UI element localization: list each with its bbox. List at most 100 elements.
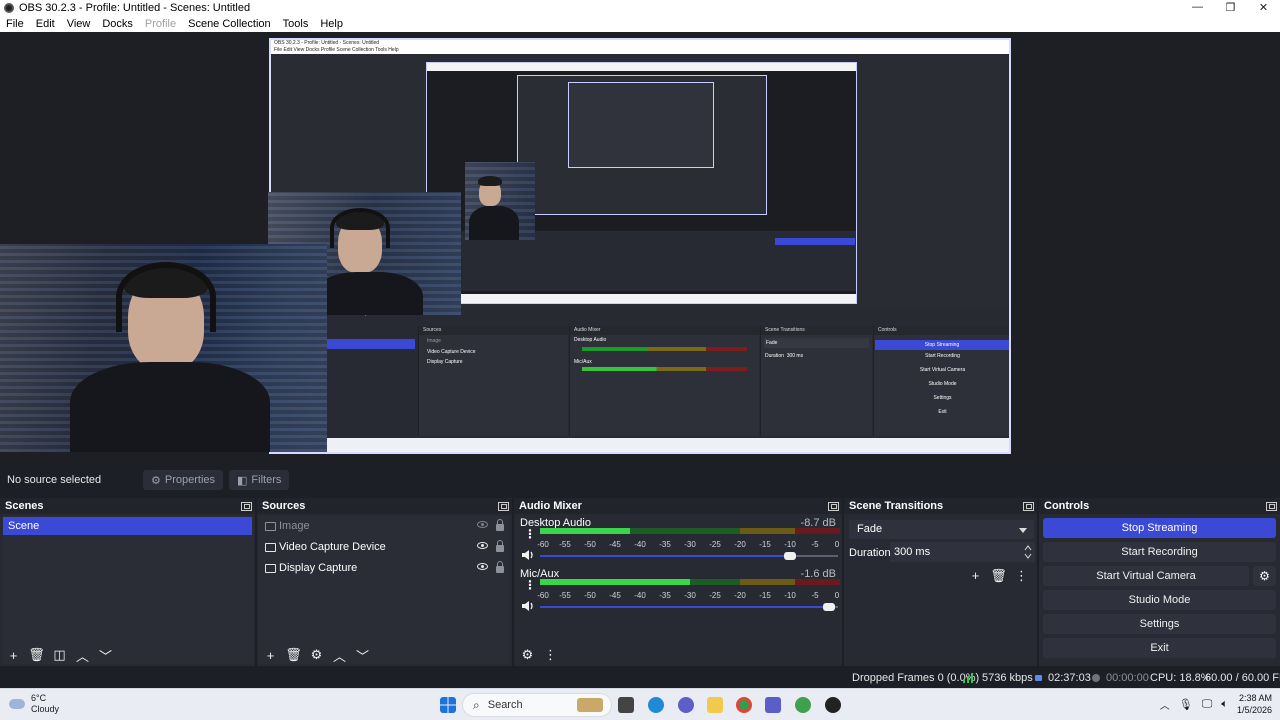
source-row-image[interactable]: Image	[261, 516, 508, 536]
channel-menu-icon[interactable]: ⋮	[524, 579, 536, 591]
task-view-icon[interactable]	[618, 697, 634, 713]
add-source-button[interactable]: +	[261, 646, 280, 665]
studio-mode-button[interactable]: Studio Mode	[1043, 590, 1276, 610]
system-tray: ︿ 🎙︎ 🖵 🔈︎ 2:38 AM 1/5/2026	[1160, 692, 1272, 716]
teams-icon[interactable]	[765, 697, 781, 713]
volume-handle[interactable]	[823, 603, 836, 611]
volume-handle[interactable]	[784, 552, 797, 560]
channel-menu-icon[interactable]: ⋮	[524, 528, 536, 540]
lock-icon[interactable]	[496, 561, 504, 573]
chevron-up-icon[interactable]: ︿	[1160, 697, 1170, 712]
lock-icon[interactable]	[496, 540, 504, 552]
meter-ticks: -60 -55 -50 -45 -40 -35 -30 -25 -20 -15 -10 -5 0	[537, 540, 840, 550]
volume-icon[interactable]: 🔈︎	[1221, 698, 1228, 711]
undock-icon[interactable]	[498, 501, 509, 511]
microphone-icon[interactable]: 🎙︎	[1179, 698, 1193, 711]
undock-icon[interactable]	[1023, 501, 1034, 511]
menu-view[interactable]: View	[61, 18, 97, 30]
menu-scene-collection[interactable]: Scene Collection	[182, 18, 277, 30]
menu-help[interactable]: Help	[314, 18, 349, 30]
maximize-button[interactable]: ❐	[1214, 1, 1247, 14]
undock-icon[interactable]	[828, 501, 839, 511]
file-explorer-icon[interactable]	[707, 697, 723, 713]
search-icon: ⌕	[473, 697, 480, 712]
eye-hidden-icon[interactable]	[477, 521, 488, 528]
source-properties-button[interactable]: ⚙	[307, 646, 326, 665]
undock-icon[interactable]	[241, 501, 252, 511]
level-meter	[540, 579, 840, 585]
obs-taskbar-icon[interactable]	[825, 697, 841, 713]
edge-icon[interactable]	[648, 697, 664, 713]
stop-streaming-button[interactable]: Stop Streaming	[1043, 518, 1276, 538]
speaker-icon[interactable]	[521, 600, 535, 612]
lock-icon[interactable]	[496, 519, 504, 531]
meter-tick-label: -45	[609, 591, 621, 600]
scenes-dock: Scenes Scene + 🗑︎ ◫ ︿ ﹀	[0, 498, 255, 666]
eye-icon[interactable]	[477, 542, 488, 549]
menu-profile[interactable]: Profile	[139, 18, 182, 30]
remove-scene-button[interactable]: 🗑︎	[27, 646, 46, 665]
minimize-button[interactable]: —	[1181, 1, 1214, 14]
network-icon[interactable]: 🖵	[1202, 698, 1213, 711]
transition-menu-icon[interactable]: ⋮	[1012, 566, 1031, 585]
meter-zone	[795, 579, 840, 585]
eye-icon[interactable]	[477, 563, 488, 570]
start-virtual-camera-button[interactable]: Start Virtual Camera	[1043, 566, 1249, 586]
meter-tick-label: -60	[537, 591, 549, 600]
scene-item-scene[interactable]: Scene	[3, 517, 252, 535]
mini-sources-header: Sources	[419, 326, 568, 335]
virtual-camera-settings-button[interactable]: ⚙	[1253, 566, 1276, 586]
menu-docks[interactable]: Docks	[96, 18, 139, 30]
volume-slider[interactable]	[540, 603, 838, 611]
chrome-profile-icon[interactable]	[795, 697, 811, 713]
menu-edit[interactable]: Edit	[30, 18, 61, 30]
cloud-icon	[9, 699, 25, 709]
add-scene-button[interactable]: +	[4, 646, 23, 665]
clock-time: 2:38 AM	[1238, 693, 1272, 703]
remove-transition-button[interactable]: 🗑︎	[989, 566, 1008, 585]
meter-tick-label: -30	[684, 591, 696, 600]
scene-filters-button[interactable]: ◫	[50, 646, 69, 665]
duration-input[interactable]: 300 ms	[890, 542, 1035, 562]
chrome-icon[interactable]	[736, 697, 752, 713]
menu-bar: File Edit View Docks Profile Scene Colle…	[0, 15, 1280, 32]
filters-button[interactable]: ◧ Filters	[229, 470, 290, 490]
mixer-menu-icon[interactable]: ⋮	[541, 646, 560, 665]
source-row-video-capture[interactable]: Video Capture Device	[261, 537, 508, 557]
discord-icon[interactable]	[678, 697, 694, 713]
move-up-button[interactable]: ︿	[73, 646, 92, 665]
taskbar-search[interactable]: ⌕ Search	[462, 693, 612, 717]
gear-icon: ⚙	[151, 474, 161, 487]
gear-icon: ⚙	[1259, 569, 1270, 583]
exit-button[interactable]: Exit	[1043, 638, 1276, 658]
windows-start-icon[interactable]	[440, 697, 456, 713]
meter-zone	[795, 528, 840, 534]
controls-body: Stop Streaming Start Recording Start Vir…	[1041, 516, 1278, 664]
source-row-display-capture[interactable]: Display Capture	[261, 558, 508, 578]
meter-tick-label: -40	[634, 540, 646, 549]
menu-file[interactable]: File	[0, 18, 30, 30]
menu-tools[interactable]: Tools	[277, 18, 315, 30]
move-down-button[interactable]: ﹀	[353, 646, 372, 665]
remove-source-button[interactable]: 🗑︎	[284, 646, 303, 665]
close-button[interactable]: ✕	[1247, 1, 1280, 14]
weather-widget[interactable]: 6°C Cloudy	[9, 693, 59, 715]
spin-down-icon[interactable]	[1024, 553, 1032, 559]
advanced-audio-gear-icon[interactable]: ⚙	[518, 646, 537, 665]
person-body	[70, 362, 270, 452]
mini-exit: Exit	[938, 409, 947, 415]
undock-icon[interactable]	[1266, 501, 1277, 511]
add-transition-button[interactable]: +	[966, 566, 985, 585]
move-down-button[interactable]: ﹀	[96, 646, 115, 665]
clock[interactable]: 2:38 AM 1/5/2026	[1237, 692, 1272, 716]
start-recording-button[interactable]: Start Recording	[1043, 542, 1276, 562]
transition-select[interactable]: Fade	[849, 520, 1034, 539]
signal-icon	[963, 673, 973, 683]
volume-slider[interactable]	[540, 552, 838, 560]
meter-tick-label: -55	[559, 591, 571, 600]
speaker-icon[interactable]	[521, 549, 535, 561]
settings-button[interactable]: Settings	[1043, 614, 1276, 634]
move-up-button[interactable]: ︿	[330, 646, 349, 665]
spin-up-icon[interactable]	[1024, 545, 1032, 551]
properties-button[interactable]: ⚙ Properties	[143, 470, 224, 490]
